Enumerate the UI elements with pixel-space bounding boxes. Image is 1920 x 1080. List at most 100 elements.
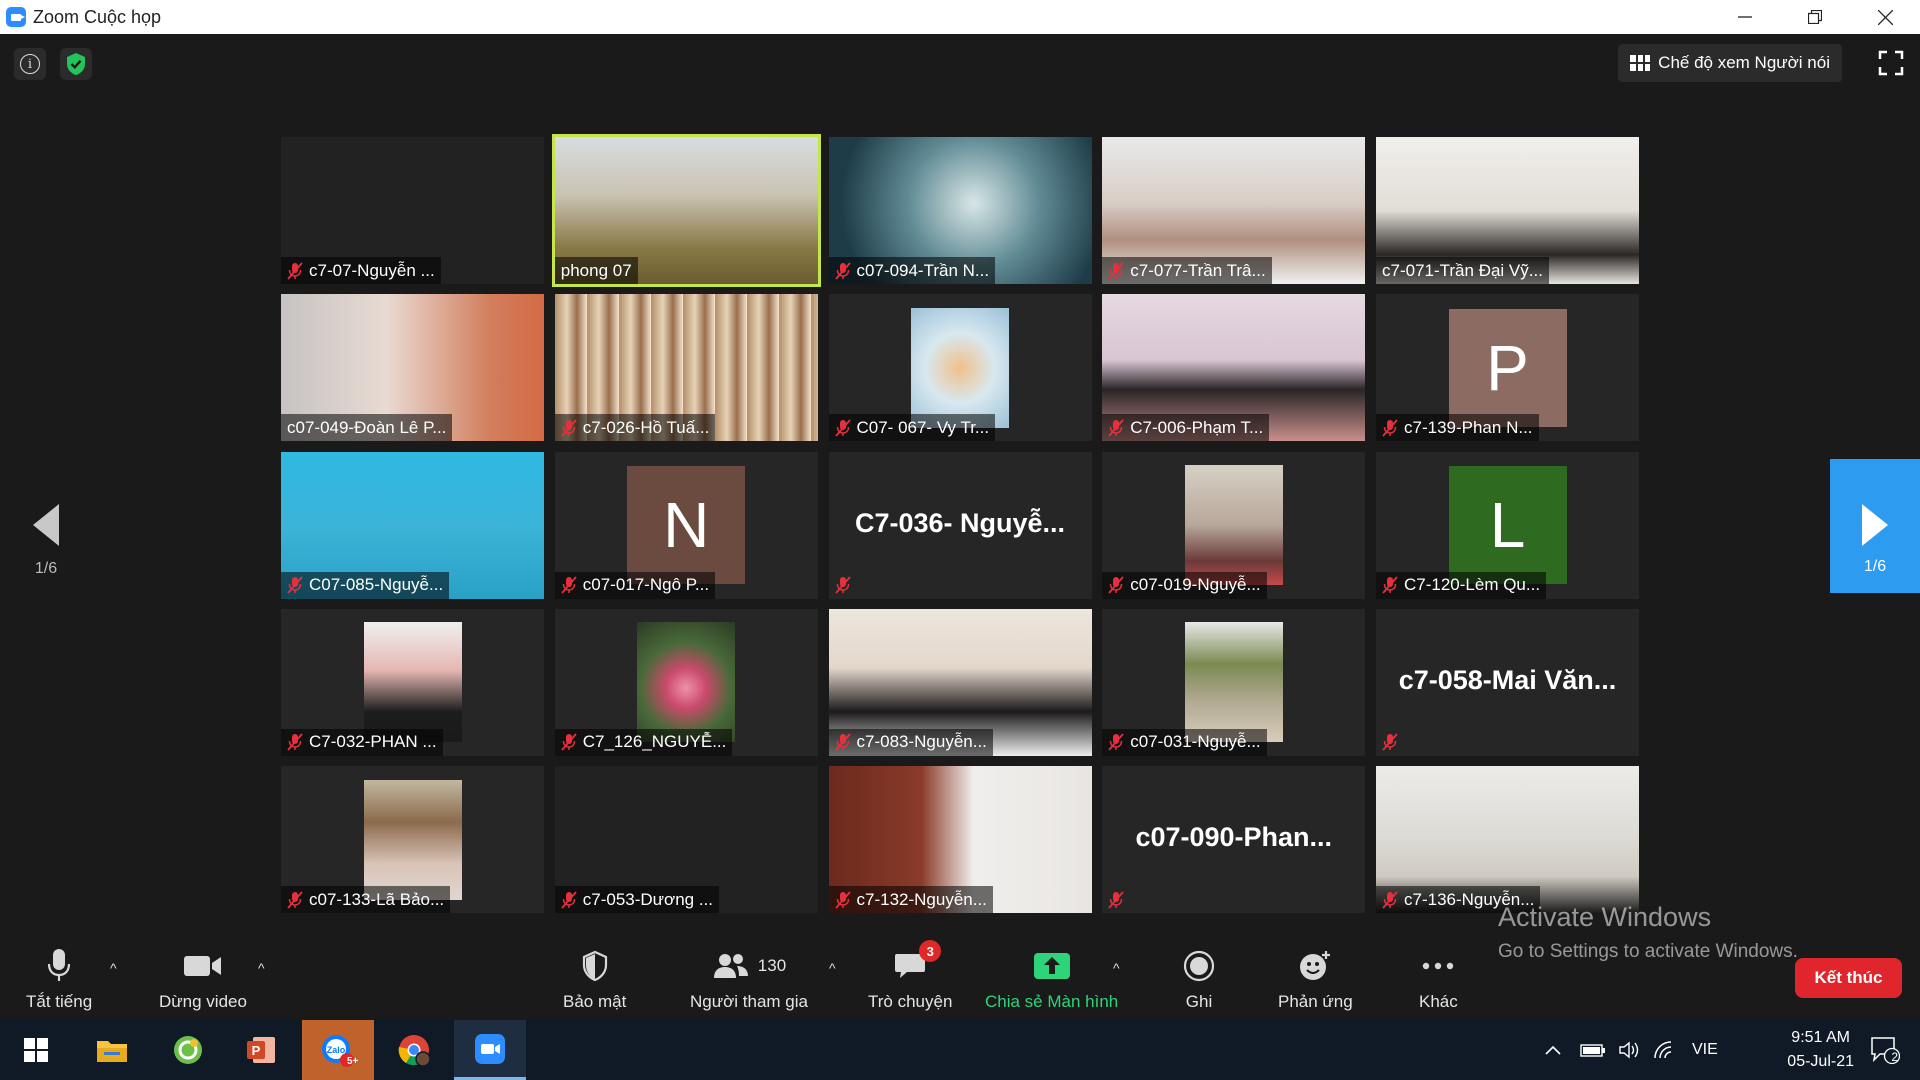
- more-label: Khác: [1419, 992, 1458, 1011]
- record-label: Ghi: [1185, 992, 1213, 1011]
- participant-tile[interactable]: c7-026-Hồ Tuấ...: [554, 294, 818, 442]
- participants-button[interactable]: 130 Người tham gia: [690, 946, 808, 1012]
- fullscreen-icon[interactable]: [1878, 50, 1904, 76]
- participant-profile-picture: [363, 622, 462, 743]
- participant-name-label: c7-071-Trần Đại Vỹ...: [1376, 257, 1549, 284]
- participant-tile[interactable]: c7-132-Nguyễn...: [828, 766, 1092, 913]
- share-options-caret-icon[interactable]: ^: [1113, 960, 1120, 976]
- participant-name: c7-132-Nguyễn...: [856, 889, 987, 909]
- chat-label: Trò chuyện: [868, 992, 953, 1011]
- end-meeting-button[interactable]: Kết thúc: [1795, 958, 1902, 998]
- participant-tile[interactable]: c07-094-Trần N...: [828, 137, 1092, 284]
- restore-button[interactable]: [1780, 0, 1850, 34]
- stop-video-button[interactable]: Dừng video: [159, 946, 247, 1012]
- taskbar-file-explorer[interactable]: [76, 1020, 148, 1080]
- participant-name-label: c7-053-Dương ...: [554, 886, 719, 913]
- minimize-button[interactable]: [1710, 0, 1780, 34]
- participant-tile[interactable]: c07-049-Đoàn Lê P...: [281, 294, 544, 442]
- participant-name-label: [1102, 886, 1136, 913]
- participant-name-label: c07-049-Đoàn Lê P...: [281, 414, 453, 442]
- muted-microphone-icon: [1108, 261, 1124, 280]
- share-screen-button[interactable]: Chia sẻ Màn hình: [985, 946, 1118, 1012]
- muted-microphone-icon: [834, 733, 851, 751]
- participant-tile[interactable]: c07-133-Lã Bảo...: [281, 766, 544, 913]
- participant-tile[interactable]: Nc07-017-Ngô P...: [554, 451, 818, 599]
- participant-name: c07-049-Đoàn Lê P...: [287, 417, 447, 437]
- participant-tile[interactable]: C7-036- Nguyễ...: [828, 451, 1092, 599]
- chat-button[interactable]: 3 Trò chuyện: [868, 940, 953, 1012]
- participant-tile[interactable]: c7-136-Nguyễn...: [1376, 766, 1639, 913]
- taskbar-clock[interactable]: 9:51 AM 05-Jul-21: [1787, 1026, 1854, 1074]
- mute-button[interactable]: Tắt tiếng: [26, 946, 92, 1012]
- participant-tile[interactable]: C7_126_NGUYỄ...: [554, 608, 818, 756]
- volume-icon[interactable]: [1618, 1040, 1642, 1060]
- start-button[interactable]: [0, 1020, 72, 1080]
- participant-name-label: C7-120-Lèm Qu...: [1376, 571, 1547, 599]
- taskbar-zoom[interactable]: [454, 1020, 526, 1080]
- participant-tile[interactable]: c7-053-Dương ...: [554, 766, 818, 913]
- participant-name: c7-053-Dương ...: [582, 889, 713, 909]
- battery-icon[interactable]: [1580, 1042, 1606, 1058]
- input-language[interactable]: VIE: [1692, 1041, 1718, 1059]
- taskbar-chrome[interactable]: [378, 1020, 450, 1080]
- participant-name-label: c07-019-Nguyễ...: [1102, 571, 1267, 599]
- participant-tile[interactable]: phong 07: [551, 134, 821, 287]
- next-page-button[interactable]: 1/6: [1830, 459, 1920, 593]
- muted-microphone-icon: [287, 733, 303, 751]
- taskbar-app-green[interactable]: [152, 1020, 224, 1080]
- audio-options-caret-icon[interactable]: ^: [110, 960, 117, 976]
- muted-microphone-icon: [1108, 419, 1124, 437]
- participant-tile[interactable]: Pc7-139-Phan N...: [1376, 294, 1639, 442]
- meeting-info-button[interactable]: i: [14, 48, 46, 80]
- record-icon: [1183, 950, 1215, 982]
- encryption-button[interactable]: [60, 48, 92, 80]
- participant-tile[interactable]: c07-090-Phan...: [1102, 766, 1366, 913]
- participant-tile[interactable]: C7-032-PHAN ...: [281, 608, 544, 756]
- participant-tile[interactable]: C07-085-Nguyễ...: [281, 451, 544, 599]
- taskbar-powerpoint[interactable]: P: [225, 1020, 297, 1080]
- folder-icon: [97, 1041, 127, 1062]
- video-options-caret-icon[interactable]: ^: [258, 960, 265, 976]
- security-button[interactable]: Bảo mật: [563, 946, 626, 1012]
- participant-tile[interactable]: C7-006-Phạm T...: [1102, 294, 1366, 442]
- more-button[interactable]: Khác: [1419, 946, 1458, 1012]
- muted-microphone-icon: [834, 576, 851, 594]
- muted-microphone-icon: [287, 890, 303, 909]
- participants-caret-icon[interactable]: ^: [829, 960, 836, 976]
- participant-tile[interactable]: c7-07-Nguyễn ...: [281, 137, 544, 284]
- wifi-icon[interactable]: [1652, 1040, 1676, 1060]
- view-grid-icon: [1630, 55, 1651, 71]
- chat-unread-badge: 3: [919, 940, 942, 962]
- participant-name-label: C7-006-Phạm T...: [1102, 414, 1270, 442]
- participant-name-label: c07-017-Ngô P...: [554, 571, 716, 599]
- previous-page-button[interactable]: 1/6: [18, 504, 74, 578]
- reactions-button[interactable]: Phản ứng: [1278, 946, 1353, 1012]
- participant-name: C7-120-Lèm Qu...: [1404, 575, 1541, 594]
- green-circle-app-icon: [174, 1036, 202, 1064]
- participant-name: c07-031-Nguyễ...: [1130, 732, 1261, 752]
- taskbar-zalo[interactable]: Zalo 5+: [302, 1020, 374, 1080]
- zoom-app-icon: [475, 1033, 505, 1064]
- participant-profile-picture: [911, 307, 1009, 428]
- participant-name-label: C7_126_NGUYỄ...: [554, 728, 733, 756]
- participant-tile[interactable]: L C7-120-Lèm Qu...: [1376, 451, 1639, 599]
- participant-tile[interactable]: c07-031-Nguyễ...: [1102, 608, 1366, 756]
- participant-name-label: [829, 572, 863, 599]
- participant-tile[interactable]: c7-071-Trần Đại Vỹ...: [1376, 137, 1639, 284]
- participant-tile[interactable]: c7-058-Mai Văn...: [1376, 608, 1639, 756]
- participant-tile[interactable]: c7-077-Trần Trâ...: [1102, 137, 1366, 284]
- speaker-view-button[interactable]: Chế độ xem Người nói: [1618, 44, 1842, 82]
- participant-tile[interactable]: c7-083-Nguyễn...: [828, 608, 1092, 756]
- speaker-view-label: Chế độ xem Người nói: [1658, 53, 1830, 72]
- participant-tile[interactable]: c07-019-Nguyễ...: [1102, 451, 1366, 599]
- participant-tile[interactable]: C07- 067- Vy Tr...: [828, 294, 1092, 442]
- participant-name: C7_126_NGUYỄ...: [582, 732, 727, 752]
- record-button[interactable]: Ghi: [1183, 946, 1215, 1012]
- muted-microphone-icon: [1382, 733, 1398, 751]
- close-button[interactable]: [1850, 0, 1920, 34]
- show-hidden-icons-icon[interactable]: [1544, 1044, 1562, 1056]
- participant-name: c7-07-Nguyễn ...: [309, 260, 435, 280]
- participant-profile-picture: [1184, 465, 1283, 585]
- participants-label: Người tham gia: [690, 992, 808, 1011]
- microphone-icon: [47, 949, 71, 981]
